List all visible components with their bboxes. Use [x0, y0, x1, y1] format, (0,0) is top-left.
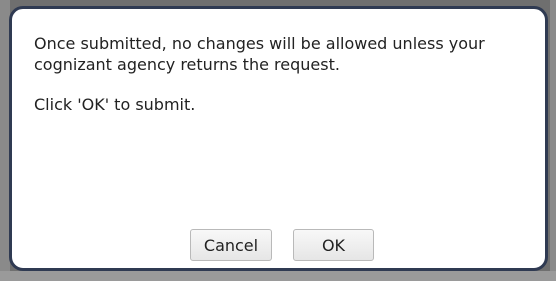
dialog-message-instruction: Click 'OK' to submit.	[34, 95, 196, 114]
cancel-button[interactable]: Cancel	[190, 229, 272, 261]
backdrop-edge-right	[550, 0, 556, 281]
ok-button[interactable]: OK	[293, 229, 374, 261]
confirm-dialog: Once submitted, no changes will be allow…	[9, 6, 548, 271]
dialog-message-warning: Once submitted, no changes will be allow…	[34, 34, 485, 74]
backdrop-edge-bottom	[0, 271, 556, 281]
dialog-message: Once submitted, no changes will be allow…	[34, 33, 534, 115]
